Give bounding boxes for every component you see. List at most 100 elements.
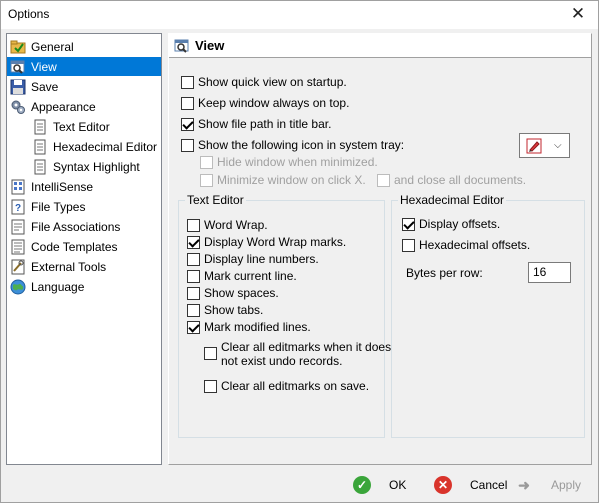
sidebar-item-file-associations[interactable]: File Associations bbox=[7, 217, 161, 236]
hex-offsets-checkbox[interactable]: Hexadecimal offsets. bbox=[402, 237, 530, 253]
sidebar-item-label: File Types bbox=[31, 199, 86, 214]
sidebar-item-label: External Tools bbox=[31, 259, 107, 274]
mark-modified-lines-checkbox[interactable]: Mark modified lines. bbox=[187, 319, 311, 335]
show-spaces-checkbox[interactable]: Show spaces. bbox=[187, 285, 279, 301]
checkbox-box[interactable] bbox=[187, 269, 200, 283]
sidebar-item-syntax-highlight[interactable]: Syntax Highlight bbox=[29, 157, 159, 176]
display-offsets-checkbox[interactable]: Display offsets. bbox=[402, 216, 500, 232]
sidebar-item-label: View bbox=[31, 59, 57, 74]
apply-button[interactable]: ➜ Apply bbox=[515, 473, 581, 497]
cancel-button[interactable]: ✕ Cancel bbox=[434, 473, 507, 497]
dialog-body: General View Save Appearance Text Editor… bbox=[1, 29, 598, 467]
sidebar-item-code-templates[interactable]: Code Templates bbox=[7, 237, 161, 256]
checkbox-box[interactable] bbox=[377, 173, 390, 187]
floppy-disk-icon bbox=[10, 79, 26, 95]
keep-on-top-checkbox[interactable]: Keep window always on top. bbox=[181, 95, 349, 111]
checkbox-box[interactable] bbox=[200, 173, 213, 187]
checkbox-box[interactable] bbox=[187, 320, 200, 334]
clear-editmarks-undo-checkbox[interactable]: Clear all editmarks when it does not exi… bbox=[204, 340, 391, 370]
window-title: Options bbox=[8, 7, 50, 21]
sidebar-item-text-editor[interactable]: Text Editor bbox=[29, 117, 159, 136]
ok-button[interactable]: ✓ OK bbox=[353, 473, 406, 497]
checkbox-box[interactable] bbox=[187, 303, 200, 317]
folder-check-icon bbox=[10, 39, 26, 55]
checkbox-label: and close all documents. bbox=[394, 173, 527, 187]
checkbox-box[interactable] bbox=[204, 347, 217, 360]
checkbox-box[interactable] bbox=[181, 75, 194, 89]
page-icon bbox=[32, 139, 48, 155]
close-icon[interactable]: ✕ bbox=[568, 4, 588, 24]
checkbox-box[interactable] bbox=[402, 217, 415, 231]
title-bar: Options ✕ bbox=[1, 1, 598, 29]
sidebar-item-label: Save bbox=[31, 79, 59, 94]
sidebar-item-label: Hexadecimal Editor bbox=[53, 139, 158, 154]
show-tray-icon-checkbox[interactable]: Show the following icon in system tray: bbox=[181, 137, 404, 153]
clear-editmarks-save-checkbox[interactable]: Clear all editmarks on save. bbox=[204, 378, 369, 394]
svg-text:?: ? bbox=[15, 203, 21, 214]
word-wrap-checkbox[interactable]: Word Wrap. bbox=[187, 217, 268, 233]
checkbox-label: Show quick view on startup. bbox=[198, 75, 347, 89]
dialog-footer: ✓ OK ✕ Cancel ➜ Apply bbox=[1, 467, 598, 502]
sidebar-item-appearance[interactable]: Appearance bbox=[7, 97, 161, 116]
hide-when-minimized-checkbox[interactable]: Hide window when minimized. bbox=[200, 154, 378, 170]
tools-icon bbox=[10, 259, 26, 275]
sidebar-item-external-tools[interactable]: External Tools bbox=[7, 257, 161, 276]
sidebar-item-general[interactable]: General bbox=[7, 37, 161, 56]
sidebar-item-save[interactable]: Save bbox=[7, 77, 161, 96]
checkbox-box[interactable] bbox=[181, 96, 194, 110]
tray-icon-dropdown[interactable]: ⌵ bbox=[519, 133, 570, 158]
globe-icon bbox=[10, 279, 26, 295]
close-all-documents-checkbox[interactable]: and close all documents. bbox=[377, 172, 526, 188]
word-wrap-marks-checkbox[interactable]: Display Word Wrap marks. bbox=[187, 234, 346, 250]
cancel-circle-icon: ✕ bbox=[434, 476, 452, 494]
view-settings-panel: View Show quick view on startup. Keep wi… bbox=[168, 33, 592, 465]
checkbox-box[interactable] bbox=[187, 252, 200, 266]
show-tabs-checkbox[interactable]: Show tabs. bbox=[187, 302, 263, 318]
check-circle-icon: ✓ bbox=[353, 476, 371, 494]
sidebar-item-label: Language bbox=[31, 279, 85, 294]
checkbox-box[interactable] bbox=[181, 117, 194, 131]
chevron-down-icon: ⌵ bbox=[554, 140, 562, 151]
hex-editor-group: Hexadecimal Editor bbox=[391, 193, 585, 438]
mark-current-line-checkbox[interactable]: Mark current line. bbox=[187, 268, 297, 284]
show-file-path-checkbox[interactable]: Show file path in title bar. bbox=[181, 116, 331, 132]
sidebar-item-intellisense[interactable]: IntelliSense bbox=[7, 177, 161, 196]
bytes-per-row-input[interactable]: 16 bbox=[528, 262, 571, 283]
checkbox-label: Display offsets. bbox=[419, 217, 501, 231]
sidebar-item-language[interactable]: Language bbox=[7, 277, 161, 296]
sidebar-item-hexadecimal-editor[interactable]: Hexadecimal Editor bbox=[29, 137, 159, 156]
apply-arrow-icon: ➜ bbox=[518, 476, 530, 493]
group-legend: Text Editor bbox=[185, 193, 246, 207]
minimize-on-close-checkbox[interactable]: Minimize window on click X. bbox=[200, 172, 366, 188]
magnifier-window-icon bbox=[174, 38, 190, 54]
sidebar-item-label: IntelliSense bbox=[31, 179, 94, 194]
checkbox-label: Clear all editmarks on save. bbox=[221, 379, 370, 393]
checkbox-box[interactable] bbox=[204, 379, 217, 393]
grid-page-icon bbox=[10, 179, 26, 195]
checkbox-label: Hide window when minimized. bbox=[217, 155, 378, 169]
magnifier-window-icon bbox=[10, 59, 26, 75]
bytes-per-row-label: Bytes per row: bbox=[406, 265, 483, 281]
group-legend: Hexadecimal Editor bbox=[398, 193, 507, 207]
sidebar-item-view[interactable]: View bbox=[7, 57, 161, 76]
checkbox-label-line: not exist undo records. bbox=[221, 354, 343, 368]
checkbox-label: Show file path in title bar. bbox=[198, 117, 332, 131]
sidebar-item-file-types[interactable]: ? File Types bbox=[7, 197, 161, 216]
panel-header: View bbox=[169, 34, 591, 58]
ok-label: OK bbox=[389, 478, 407, 492]
checkbox-label: Mark current line. bbox=[204, 269, 297, 283]
checkbox-box[interactable] bbox=[402, 238, 415, 252]
page-code-icon bbox=[10, 239, 26, 255]
line-numbers-checkbox[interactable]: Display line numbers. bbox=[187, 251, 319, 267]
field-label: Bytes per row: bbox=[406, 266, 483, 280]
show-quick-view-checkbox[interactable]: Show quick view on startup. bbox=[181, 74, 347, 90]
checkbox-label: Clear all editmarks when it does not exi… bbox=[221, 340, 391, 368]
checkbox-box[interactable] bbox=[187, 286, 200, 300]
checkbox-box[interactable] bbox=[181, 138, 194, 152]
checkbox-box[interactable] bbox=[187, 235, 200, 249]
sidebar-item-label: File Associations bbox=[31, 219, 121, 234]
checkbox-label: Display Word Wrap marks. bbox=[204, 235, 347, 249]
sidebar-item-label: Code Templates bbox=[31, 239, 118, 254]
checkbox-box[interactable] bbox=[200, 155, 213, 169]
checkbox-box[interactable] bbox=[187, 218, 200, 232]
